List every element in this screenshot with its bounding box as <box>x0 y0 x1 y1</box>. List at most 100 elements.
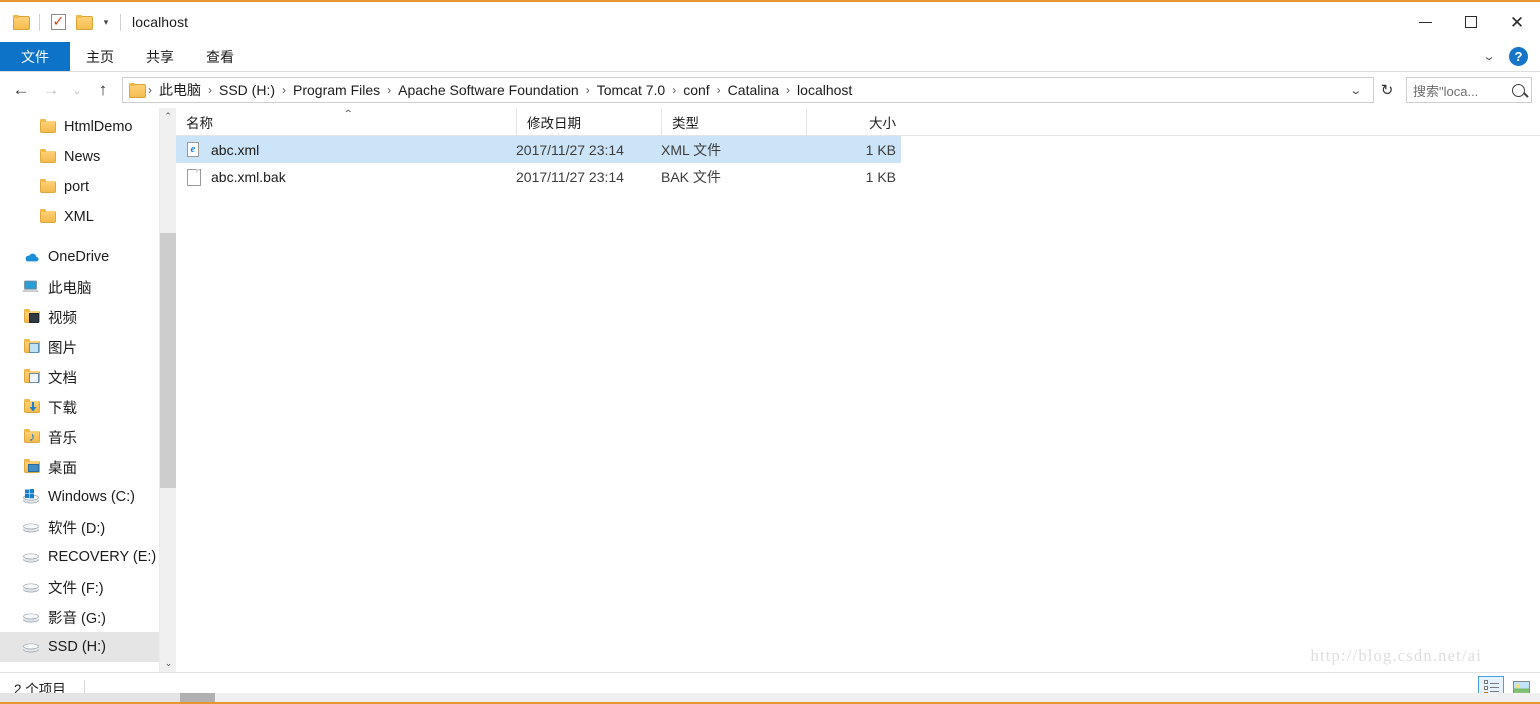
tab-view[interactable]: 查看 <box>190 42 250 71</box>
generic-file-icon <box>186 168 202 186</box>
sidebar-item-drive-e[interactable]: RECOVERY (E:) <box>0 542 176 572</box>
xml-file-icon: e <box>186 141 202 159</box>
sidebar-item-onedrive[interactable]: OneDrive <box>0 242 176 272</box>
tab-file[interactable]: 文件 <box>0 42 70 71</box>
sidebar-item-documents[interactable]: 文档 <box>0 362 176 392</box>
window-title: localhost <box>132 14 189 30</box>
breadcrumb-item-catalina[interactable]: Catalina <box>722 80 785 100</box>
breadcrumb-item-apache-software-foundation[interactable]: Apache Software Foundation <box>392 80 585 100</box>
sidebar-item-drive-d[interactable]: 软件 (D:) <box>0 512 176 542</box>
scroll-up-icon[interactable]: ⌃ <box>160 108 176 125</box>
column-header-date[interactable]: 修改日期 <box>516 107 661 136</box>
file-date-cell: 2017/11/27 23:14 <box>516 141 624 158</box>
documents-folder-icon <box>22 368 40 386</box>
breadcrumb-item-ssd-h[interactable]: SSD (H:) <box>213 80 281 100</box>
title-bar: ✓ ▾ localhost ✕ <box>0 2 1540 42</box>
breadcrumb-item-localhost[interactable]: localhost <box>791 80 858 100</box>
column-header-size[interactable]: 大小 <box>806 107 906 136</box>
file-list-pane: 名称 ⌃ 修改日期 类型 大小 e abc.xml 2017/11/27 23:… <box>176 107 1540 672</box>
sidebar-item-ssd-h[interactable]: SSD (H:) <box>0 632 176 662</box>
scrollbar-thumb[interactable] <box>180 693 215 702</box>
sidebar-item-label: 桌面 <box>48 460 77 477</box>
toolbar-divider-2 <box>120 13 121 31</box>
sidebar-item-windows-c[interactable]: Windows (C:) <box>0 482 176 512</box>
minimize-button[interactable] <box>1402 2 1448 42</box>
sidebar-item-music[interactable]: ♪ 音乐 <box>0 422 176 452</box>
sidebar-item-label: HtmlDemo <box>64 119 133 135</box>
sidebar-item-xml[interactable]: XML <box>0 202 176 232</box>
recent-locations-icon[interactable]: ⌄ <box>66 75 88 105</box>
properties-icon[interactable]: ✓ <box>45 9 71 35</box>
window-controls: ✕ <box>1402 2 1540 42</box>
sidebar-item-label: 文件 (F:) <box>48 580 104 597</box>
file-name-cell: e abc.xml <box>176 136 516 163</box>
chevron-down-icon[interactable]: ▾ <box>97 9 115 35</box>
breadcrumb-item-this-pc[interactable]: 此电脑 <box>153 78 207 102</box>
file-rows: e abc.xml 2017/11/27 23:14 XML 文件 1 KB a… <box>176 136 1540 672</box>
search-input[interactable]: 搜索"loca... <box>1406 77 1532 103</box>
drive-icon <box>22 608 40 626</box>
sidebar-item-label: XML <box>64 209 94 225</box>
videos-folder-icon <box>22 308 40 326</box>
table-row[interactable]: abc.xml.bak 2017/11/27 23:14 BAK 文件 1 KB <box>176 163 901 190</box>
horizontal-scrollbar[interactable] <box>0 693 1540 702</box>
file-size-cell: 1 KB <box>865 141 896 158</box>
file-name-label: abc.xml <box>211 141 260 158</box>
sidebar-item-label: 此电脑 <box>48 280 92 297</box>
breadcrumb-list: › 此电脑 › SSD (H:) › Program Files › Apach… <box>147 78 1346 102</box>
address-folder-icon <box>129 83 146 98</box>
column-header-name[interactable]: 名称 ⌃ <box>176 108 516 136</box>
explorer-body: HtmlDemo News port XML OneDrive 此电脑 视频 图… <box>0 107 1540 672</box>
breadcrumb-item-program-files[interactable]: Program Files <box>287 80 386 100</box>
column-header-type[interactable]: 类型 <box>661 107 806 136</box>
sidebar-item-this-pc[interactable]: 此电脑 <box>0 272 176 302</box>
scrollbar-thumb[interactable] <box>160 233 176 488</box>
onedrive-icon <box>22 248 40 266</box>
maximize-button[interactable] <box>1448 2 1494 42</box>
sidebar-item-htmldemo[interactable]: HtmlDemo <box>0 112 176 142</box>
sidebar-item-news[interactable]: News <box>0 142 176 172</box>
drive-icon <box>22 518 40 536</box>
sidebar-item-port[interactable]: port <box>0 172 176 202</box>
refresh-icon[interactable]: ↻ <box>1374 77 1400 103</box>
desktop-folder-icon <box>22 458 40 476</box>
sidebar-item-videos[interactable]: 视频 <box>0 302 176 332</box>
folder-icon <box>38 148 56 166</box>
drive-icon <box>22 638 40 656</box>
navigation-tree: HtmlDemo News port XML OneDrive 此电脑 视频 图… <box>0 108 176 662</box>
drive-icon <box>22 548 40 566</box>
column-header-label: 名称 <box>186 115 213 131</box>
up-button[interactable]: ↑ <box>88 75 118 105</box>
quick-access-toolbar: ✓ ▾ localhost <box>0 2 188 42</box>
forward-button[interactable]: → <box>36 75 66 105</box>
navigation-pane: HtmlDemo News port XML OneDrive 此电脑 视频 图… <box>0 108 176 672</box>
chevron-down-icon[interactable]: ⌄ <box>1341 84 1376 97</box>
scroll-down-icon[interactable]: ⌄ <box>160 655 176 672</box>
chevron-down-icon[interactable]: ⌄ <box>1474 50 1504 63</box>
back-button[interactable]: ← <box>6 75 36 105</box>
help-icon[interactable]: ? <box>1509 47 1528 66</box>
sidebar-item-desktop[interactable]: 桌面 <box>0 452 176 482</box>
column-header-row: 名称 ⌃ 修改日期 类型 大小 <box>176 107 1540 136</box>
breadcrumb-item-conf[interactable]: conf <box>677 80 715 100</box>
table-row[interactable]: e abc.xml 2017/11/27 23:14 XML 文件 1 KB <box>176 136 901 163</box>
close-button[interactable]: ✕ <box>1494 2 1540 42</box>
sidebar-item-downloads[interactable]: 下载 <box>0 392 176 422</box>
sidebar-item-drive-g[interactable]: 影音 (G:) <box>0 602 176 632</box>
new-folder-icon[interactable] <box>71 9 97 35</box>
file-name-cell: abc.xml.bak <box>176 163 516 190</box>
scrollbar-track-left <box>0 693 180 702</box>
tab-home[interactable]: 主页 <box>70 42 130 71</box>
sidebar-scrollbar[interactable]: ⌃ ⌄ <box>159 108 176 672</box>
ribbon-right-controls: ⌄ ? <box>1479 42 1540 71</box>
tab-share[interactable]: 共享 <box>130 42 190 71</box>
folder-icon[interactable] <box>8 9 34 35</box>
breadcrumb[interactable]: › 此电脑 › SSD (H:) › Program Files › Apach… <box>122 77 1374 103</box>
sidebar-item-pictures[interactable]: 图片 <box>0 332 176 362</box>
explorer-window: ✓ ▾ localhost ✕ 文件 主页 共享 查看 ⌄ ? ← → ⌄ ↑ <box>0 0 1540 704</box>
sidebar-item-drive-f[interactable]: 文件 (F:) <box>0 572 176 602</box>
sidebar-item-label: OneDrive <box>48 249 110 265</box>
sidebar-item-label: 图片 <box>48 340 77 357</box>
breadcrumb-item-tomcat[interactable]: Tomcat 7.0 <box>591 80 671 100</box>
watermark-text: http://blog.csdn.net/ai <box>1310 646 1482 665</box>
